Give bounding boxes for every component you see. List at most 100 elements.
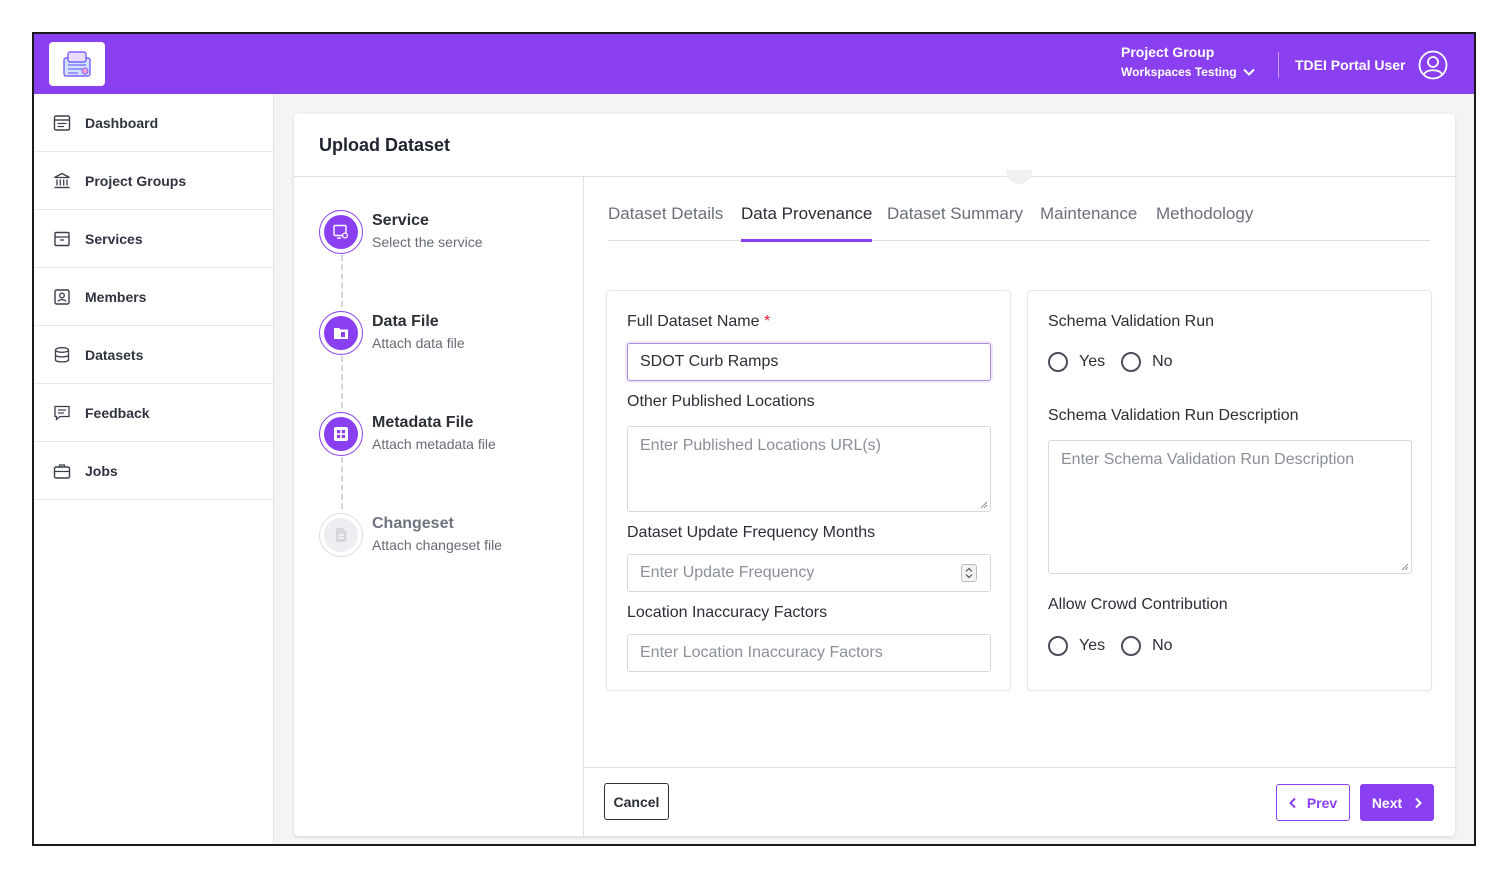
update-frequency-input[interactable]: Enter Update Frequency (627, 554, 991, 592)
label-text: Full Dataset Name (627, 313, 760, 330)
sidebar-item-label: Project Groups (85, 172, 187, 189)
step-title: Data File (372, 313, 439, 330)
project-group-label: Project Group (1121, 44, 1215, 60)
number-stepper[interactable] (961, 564, 977, 582)
grid-icon (334, 427, 348, 441)
tab-dataset-summary[interactable]: Dataset Summary (887, 204, 1023, 241)
sidebar-item-label: Datasets (85, 346, 144, 363)
tab-maintenance[interactable]: Maintenance (1040, 204, 1137, 241)
placeholder-text: Enter Schema Validation Run Description (1061, 451, 1355, 468)
schema-run-no-option[interactable]: No (1121, 352, 1173, 372)
step-connector (341, 457, 343, 509)
step-subtitle: Select the service (372, 234, 483, 250)
radio-label: No (1152, 353, 1173, 370)
document-icon (336, 528, 347, 542)
dashboard-icon (53, 114, 71, 132)
resize-grip-icon[interactable] (980, 501, 988, 509)
crowd-yes-option[interactable]: Yes (1048, 636, 1105, 656)
step-subtitle: Attach changeset file (372, 537, 502, 553)
step-title: Metadata File (372, 414, 474, 431)
step-circle (319, 311, 363, 355)
schema-run-label: Schema Validation Run (1048, 313, 1215, 330)
sidebar-item-label: Dashboard (85, 114, 159, 131)
provenance-right-panel: Schema Validation Run Yes No Schema Vali… (1027, 290, 1432, 691)
full-name-label: Full Dataset Name * (627, 313, 770, 331)
inaccuracy-input[interactable]: Enter Location Inaccuracy Factors (627, 634, 991, 672)
chevron-left-icon (1288, 797, 1296, 808)
user-name[interactable]: TDEI Portal User (1295, 57, 1405, 73)
step-circle (319, 412, 363, 456)
step-data-file[interactable]: Data File Attach data file (319, 311, 465, 355)
scroll-indicator (1006, 170, 1032, 184)
tab-data-provenance[interactable]: Data Provenance (741, 204, 873, 242)
member-badge-icon (53, 288, 71, 306)
radio-label: Yes (1079, 637, 1106, 654)
project-group-selector[interactable]: Project Group Workspaces Testing (1121, 44, 1255, 79)
metadata-tabs: Dataset Details Data Provenance Dataset … (608, 204, 1430, 242)
provenance-left-panel: Full Dataset Name * SDOT Curb Ramps Othe… (606, 290, 1011, 691)
schema-run-yes-option[interactable]: Yes (1048, 352, 1105, 372)
step-service[interactable]: Service Select the service (319, 210, 483, 254)
sidebar-item-members[interactable]: Members (34, 268, 273, 326)
step-connector (341, 255, 343, 307)
radio-button[interactable] (1048, 636, 1068, 656)
chevron-down-icon (1242, 68, 1255, 76)
app-logo[interactable] (49, 42, 105, 86)
step-circle-inner (324, 417, 358, 451)
step-title: Service (372, 212, 429, 229)
cancel-button[interactable]: Cancel (604, 783, 669, 820)
page-title: Upload Dataset (319, 135, 451, 155)
step-subtitle: Attach metadata file (372, 436, 496, 452)
radio-label: Yes (1079, 353, 1106, 370)
schema-desc-textarea[interactable]: Enter Schema Validation Run Description (1048, 440, 1412, 574)
sidebar-item-feedback[interactable]: Feedback (34, 384, 273, 442)
step-circle-inner (324, 215, 358, 249)
app-window: Project Group Workspaces Testing TDEI Po… (32, 32, 1476, 846)
logo-icon (63, 51, 91, 77)
sidebar-item-label: Members (85, 288, 147, 305)
sidebar-item-dashboard[interactable]: Dashboard (34, 94, 273, 152)
tab-dataset-details[interactable]: Dataset Details (608, 204, 723, 241)
next-button[interactable]: Next (1360, 784, 1434, 821)
sidebar-item-datasets[interactable]: Datasets (34, 326, 273, 384)
upload-stepper: Service Select the service Data File Att… (294, 177, 584, 836)
service-settings-icon (333, 224, 349, 239)
step-circle (319, 513, 363, 557)
resize-grip-icon[interactable] (1401, 563, 1409, 571)
radio-label: No (1152, 637, 1173, 654)
prev-label: Prev (1306, 794, 1338, 811)
radio-button[interactable] (1121, 352, 1142, 372)
placeholder-text: Enter Update Frequency (640, 564, 815, 581)
crowd-contribution-radio-group: Yes No (1048, 636, 1189, 656)
full-dataset-name-input[interactable]: SDOT Curb Ramps (627, 343, 991, 381)
inaccuracy-label: Location Inaccuracy Factors (627, 604, 828, 621)
other-locations-textarea[interactable]: Enter Published Locations URL(s) (627, 426, 991, 512)
briefcase-icon (53, 462, 71, 480)
step-circle-inner (324, 316, 358, 350)
schema-desc-label: Schema Validation Run Description (1048, 407, 1299, 424)
step-metadata-file[interactable]: Metadata File Attach metadata file (319, 412, 496, 456)
feedback-icon (53, 404, 71, 422)
crowd-no-option[interactable]: No (1121, 636, 1173, 656)
radio-button[interactable] (1048, 352, 1068, 372)
archive-icon (53, 230, 71, 248)
user-avatar[interactable] (1418, 50, 1448, 85)
placeholder-text: Enter Published Locations URL(s) (640, 437, 882, 454)
database-icon (53, 346, 71, 364)
upload-dataset-card: Upload Dataset Service Select the servic… (294, 114, 1455, 836)
schema-run-radio-group: Yes No (1048, 352, 1189, 372)
step-connector (341, 356, 343, 408)
step-circle-inner (324, 518, 358, 552)
radio-button[interactable] (1121, 636, 1142, 656)
prev-button[interactable]: Prev (1276, 784, 1350, 821)
step-title: Changeset (372, 515, 454, 532)
sidebar-item-label: Jobs (85, 462, 118, 479)
sidebar-item-jobs[interactable]: Jobs (34, 442, 273, 500)
user-circle-icon (1418, 50, 1448, 80)
step-changeset[interactable]: Changeset Attach changeset file (319, 513, 502, 557)
sidebar-item-services[interactable]: Services (34, 210, 273, 268)
bank-icon (53, 172, 71, 190)
tab-methodology[interactable]: Methodology (1156, 204, 1253, 241)
sidebar-item-label: Services (85, 230, 143, 247)
sidebar-item-project-groups[interactable]: Project Groups (34, 152, 273, 210)
